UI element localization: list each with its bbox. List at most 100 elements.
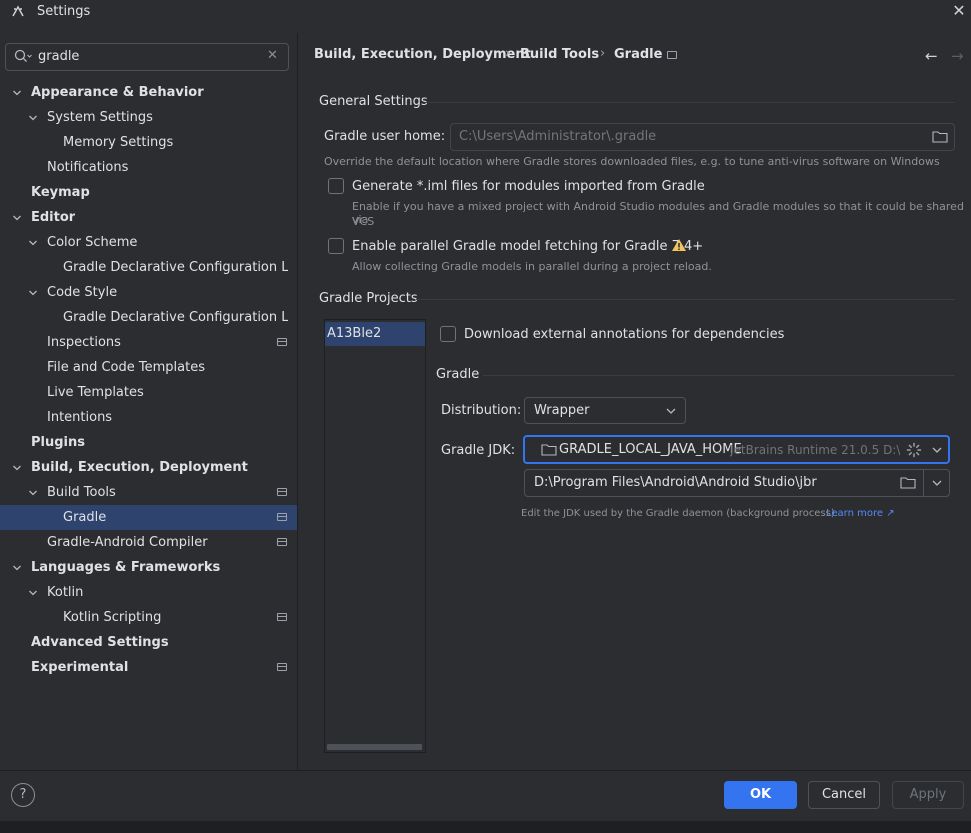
tree-item[interactable]: Build Tools bbox=[0, 480, 297, 505]
generate-iml-label[interactable]: Generate *.iml files for modules importe… bbox=[352, 179, 705, 194]
tree-item[interactable]: Notifications bbox=[0, 155, 297, 180]
tree-item[interactable]: Editor bbox=[0, 205, 297, 230]
tree-item[interactable]: System Settings bbox=[0, 105, 297, 130]
settings-search-input[interactable]: gradle ✕ bbox=[5, 43, 289, 71]
chevron-down-icon[interactable] bbox=[12, 463, 22, 473]
tree-item-label: Code Style bbox=[47, 285, 118, 300]
breadcrumb-build-execution-deployment[interactable]: Build, Execution, Deployment bbox=[314, 47, 531, 62]
title-bar bbox=[0, 0, 971, 26]
tree-item[interactable]: Advanced Settings bbox=[0, 630, 297, 655]
field-separator bbox=[923, 470, 924, 496]
distribution-label: Distribution: bbox=[441, 403, 522, 418]
download-annotations-label[interactable]: Download external annotations for depend… bbox=[464, 327, 784, 342]
chevron-down-icon[interactable] bbox=[28, 113, 38, 123]
tree-item[interactable]: Live Templates bbox=[0, 380, 297, 405]
tree-item[interactable]: Keymap bbox=[0, 180, 297, 205]
project-level-icon bbox=[277, 663, 287, 671]
tree-item-label: Keymap bbox=[31, 185, 90, 200]
tree-item-label: Plugins bbox=[31, 435, 85, 450]
chevron-down-icon[interactable] bbox=[12, 88, 22, 98]
tree-item[interactable]: Intentions bbox=[0, 405, 297, 430]
parallel-fetching-checkbox[interactable] bbox=[328, 238, 344, 254]
folder-icon[interactable] bbox=[932, 131, 948, 143]
gradle-jdk-detail: JetBrains Runtime 21.0.5 D:\Pr bbox=[730, 443, 900, 457]
project-level-icon bbox=[277, 338, 287, 346]
chevron-down-icon[interactable] bbox=[28, 588, 38, 598]
chevron-down-icon[interactable] bbox=[931, 479, 943, 487]
tree-item[interactable]: Color Scheme bbox=[0, 230, 297, 255]
tree-item[interactable]: Build, Execution, Deployment bbox=[0, 455, 297, 480]
tree-item-label: Kotlin bbox=[47, 585, 84, 600]
tree-item[interactable]: Gradle Declarative Configuration Langu bbox=[0, 305, 297, 330]
chevron-down-icon[interactable] bbox=[12, 213, 22, 223]
gradle-user-home-field[interactable] bbox=[450, 123, 955, 151]
horizontal-scrollbar[interactable] bbox=[327, 744, 422, 750]
tree-item-label: Gradle-Android Compiler bbox=[47, 535, 208, 550]
gradle-user-home-label: Gradle user home: bbox=[324, 129, 446, 144]
tree-item[interactable]: Plugins bbox=[0, 430, 297, 455]
breadcrumb-build-tools[interactable]: Build Tools bbox=[520, 47, 599, 62]
warning-icon bbox=[672, 239, 686, 251]
download-annotations-checkbox[interactable] bbox=[440, 326, 456, 342]
distribution-value: Wrapper bbox=[534, 403, 590, 418]
tree-item-label: Gradle bbox=[63, 510, 107, 525]
back-arrow-icon[interactable]: ← bbox=[925, 47, 938, 65]
search-text[interactable]: gradle bbox=[38, 49, 79, 64]
section-divider bbox=[425, 102, 955, 103]
close-window-icon[interactable]: ✕ bbox=[950, 2, 968, 20]
chevron-down-icon[interactable] bbox=[28, 238, 38, 248]
breadcrumb-gradle: Gradle bbox=[614, 47, 663, 62]
tree-item[interactable]: Gradle-Android Compiler bbox=[0, 530, 297, 555]
clear-search-icon[interactable]: ✕ bbox=[267, 48, 278, 63]
help-icon[interactable]: ? bbox=[11, 783, 35, 807]
tree-item[interactable]: Inspections bbox=[0, 330, 297, 355]
project-list-item[interactable]: A13Ble2 bbox=[325, 322, 425, 346]
parallel-fetching-label[interactable]: Enable parallel Gradle model fetching fo… bbox=[352, 239, 703, 254]
chevron-down-icon[interactable] bbox=[28, 288, 38, 298]
forward-arrow-icon[interactable]: → bbox=[951, 47, 964, 65]
gradle-user-home-input[interactable] bbox=[459, 129, 919, 144]
tree-item-label: Experimental bbox=[31, 660, 129, 675]
tree-item[interactable]: Kotlin bbox=[0, 580, 297, 605]
tree-item[interactable]: Appearance & Behavior bbox=[0, 80, 297, 105]
ok-button[interactable]: OK bbox=[724, 781, 797, 809]
jdk-path-value[interactable]: D:\Program Files\Android\Android Studio\… bbox=[534, 475, 817, 490]
loading-spinner-icon bbox=[906, 442, 922, 458]
tree-item-label: Build Tools bbox=[47, 485, 116, 500]
tree-item[interactable]: Code Style bbox=[0, 280, 297, 305]
tree-item[interactable]: Gradle Declarative Configuration Langu bbox=[0, 255, 297, 280]
project-level-icon bbox=[667, 51, 677, 59]
tree-item[interactable]: Languages & Frameworks bbox=[0, 555, 297, 580]
tree-item[interactable]: File and Code Templates bbox=[0, 355, 297, 380]
window-bottom-edge bbox=[0, 821, 971, 833]
chevron-down-icon bbox=[932, 447, 942, 453]
project-level-icon bbox=[277, 538, 287, 546]
tree-item-label: File and Code Templates bbox=[47, 360, 205, 375]
tree-item-label: Inspections bbox=[47, 335, 121, 350]
section-divider bbox=[483, 375, 955, 376]
tree-item-label: Gradle Declarative Configuration Langu bbox=[63, 310, 288, 325]
folder-icon[interactable] bbox=[900, 477, 916, 489]
folder-icon bbox=[541, 444, 557, 456]
gradle-projects-list[interactable]: A13Ble2 bbox=[324, 319, 426, 753]
generate-iml-checkbox[interactable] bbox=[328, 178, 344, 194]
tree-item-label: System Settings bbox=[47, 110, 153, 125]
breadcrumb-separator: › bbox=[505, 46, 511, 61]
tree-item[interactable]: Kotlin Scripting bbox=[0, 605, 297, 630]
gradle-user-home-hint: Override the default location where Grad… bbox=[324, 155, 940, 168]
generate-iml-hint: Enable if you have a mixed project with … bbox=[352, 200, 964, 226]
tree-item[interactable]: Experimental bbox=[0, 655, 297, 680]
project-level-icon bbox=[277, 513, 287, 521]
tree-item[interactable]: Gradle bbox=[0, 505, 297, 530]
cancel-button[interactable]: Cancel bbox=[808, 781, 880, 809]
chevron-down-icon[interactable] bbox=[12, 563, 22, 573]
chevron-down-icon[interactable] bbox=[28, 488, 38, 498]
learn-more-link[interactable]: Learn more ↗ bbox=[826, 508, 895, 519]
jdk-path-field[interactable]: D:\Program Files\Android\Android Studio\… bbox=[524, 469, 950, 497]
tree-item[interactable]: Memory Settings bbox=[0, 130, 297, 155]
distribution-dropdown[interactable]: Wrapper bbox=[524, 397, 686, 424]
gradle-projects-title: Gradle Projects bbox=[319, 291, 418, 306]
gradle-jdk-value: GRADLE_LOCAL_JAVA_HOME bbox=[559, 442, 742, 457]
apply-button[interactable]: Apply bbox=[892, 781, 964, 809]
gradle-jdk-dropdown[interactable]: GRADLE_LOCAL_JAVA_HOME JetBrains Runtime… bbox=[523, 435, 950, 464]
